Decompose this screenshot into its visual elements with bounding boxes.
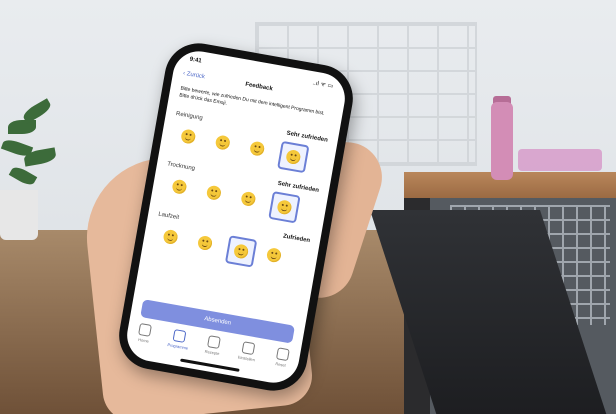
programs-icon: [172, 329, 187, 343]
emoji-face-icon: [205, 184, 222, 201]
emoji-option-1[interactable]: [165, 173, 193, 201]
emoji-face-icon: [180, 128, 197, 145]
emoji-option-3[interactable]: [224, 235, 258, 268]
water-bottle: [491, 102, 513, 180]
emoji-option-4[interactable]: [277, 140, 310, 174]
recipes-icon: [206, 335, 221, 350]
tab-label: Rezepte: [204, 348, 220, 357]
tab-reset[interactable]: Reset: [266, 346, 297, 370]
home-icon: [138, 323, 153, 337]
emoji-option-2[interactable]: [191, 229, 219, 257]
emoji-row: [150, 222, 310, 275]
section-label: Laufzeit: [157, 211, 180, 222]
tab-einstellen[interactable]: Einstellen: [232, 340, 263, 364]
scene-photo: 9:41 ..ıl ᯤ ▭ ‹ Zurück Feedback Bitte be…: [0, 0, 616, 414]
emoji-face-icon: [276, 199, 293, 216]
emoji-option-3[interactable]: [234, 185, 262, 213]
emoji-face-icon: [162, 228, 179, 246]
emoji-option-2[interactable]: [200, 179, 228, 207]
section-label: Reinigung: [175, 111, 204, 122]
emoji-option-1[interactable]: [157, 223, 185, 251]
status-indicators: ..ıl ᯤ ▭: [312, 80, 334, 90]
emoji-face-icon: [171, 178, 188, 195]
emoji-option-4[interactable]: [260, 241, 288, 269]
emoji-face-icon: [285, 148, 302, 166]
emoji-face-icon: [214, 134, 231, 151]
emoji-option-1[interactable]: [174, 123, 202, 151]
tab-label: Programme: [167, 342, 189, 351]
section-label: Trocknung: [166, 161, 196, 173]
emoji-option-4[interactable]: [268, 191, 301, 224]
emoji-option-3[interactable]: [243, 135, 271, 163]
tab-rezepte[interactable]: Rezepte: [198, 334, 229, 358]
emoji-face-icon: [240, 190, 257, 207]
emoji-face-icon: [249, 140, 266, 157]
food-container: [518, 149, 602, 171]
reset-icon: [275, 347, 290, 362]
emoji-face-icon: [265, 247, 283, 264]
emoji-face-icon: [196, 234, 214, 252]
plant-pot: [0, 190, 38, 240]
section-rating: Zufrieden: [282, 233, 311, 245]
status-time: 9:41: [189, 56, 202, 65]
tab-label: Home: [137, 336, 150, 344]
tab-label: Einstellen: [237, 354, 256, 363]
settings-icon: [241, 341, 256, 356]
tab-label: Reset: [275, 361, 287, 368]
emoji-option-2[interactable]: [209, 129, 237, 157]
tab-programme[interactable]: Programme: [164, 328, 195, 352]
tab-home[interactable]: Home: [129, 322, 160, 346]
emoji-face-icon: [232, 243, 250, 260]
